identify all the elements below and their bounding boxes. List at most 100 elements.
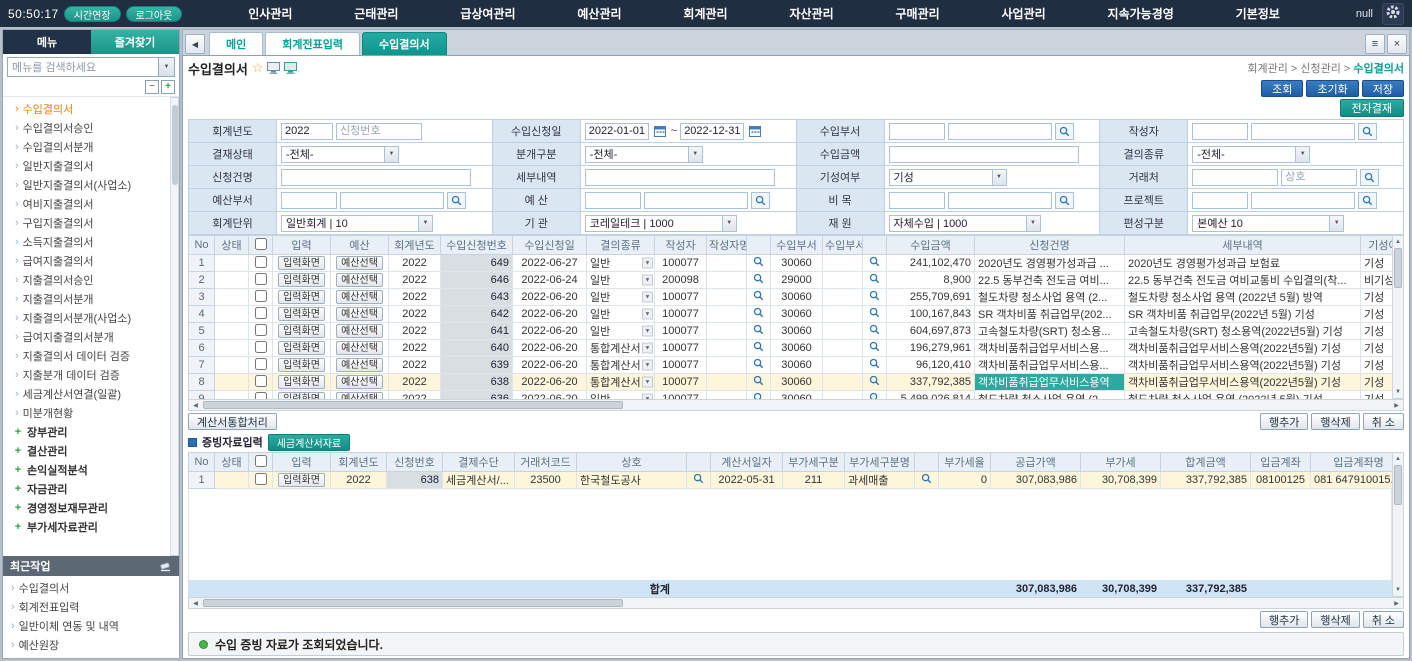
request-no-input[interactable]	[336, 123, 422, 140]
organization-select[interactable]: 코레일테크 | 1000▼	[585, 215, 737, 232]
date-from-input[interactable]	[585, 123, 649, 140]
status-select[interactable]: 기성▼	[1361, 357, 1393, 374]
select-all-checkbox[interactable]	[255, 455, 267, 467]
search-icon[interactable]	[869, 290, 880, 301]
scroll-thumb[interactable]	[203, 401, 623, 409]
open-input-button[interactable]: 입력화면	[278, 375, 325, 389]
search-icon[interactable]	[753, 324, 764, 335]
tab-scroll-left-button[interactable]: ◀	[185, 34, 205, 54]
grid-horizontal-scrollbar[interactable]: ◀ ▶	[188, 399, 1404, 411]
open-input-button[interactable]: 입력화면	[278, 341, 325, 355]
project-code-input[interactable]	[1192, 192, 1248, 209]
grid-row[interactable]: 6입력화면예산선택20226402022-06-20통합계산서▼10007730…	[189, 340, 1393, 357]
recent-item[interactable]: ›일반이체 연동 및 내역	[5, 616, 179, 635]
status-select[interactable]: 기성▼	[1361, 323, 1393, 340]
income-dept-code-input[interactable]	[889, 123, 945, 140]
sidebar-group-item[interactable]: +손익실적분석	[9, 460, 169, 479]
sidebar-group-item[interactable]: +경영정보재무관리	[9, 498, 169, 517]
scroll-left-icon[interactable]: ◀	[190, 402, 201, 409]
row-select-checkbox[interactable]	[255, 256, 267, 268]
budget-search-button[interactable]	[751, 192, 770, 209]
collapse-all-button[interactable]: −	[145, 80, 159, 94]
budget-select-button[interactable]: 예산선택	[336, 392, 383, 399]
budget-name-input[interactable]	[644, 192, 748, 209]
vendor-input[interactable]	[1192, 169, 1278, 186]
grid-vertical-scrollbar[interactable]: ▲ ▼	[1392, 235, 1404, 399]
budget-select-button[interactable]: 예산선택	[336, 375, 383, 389]
expense-item-code-input[interactable]	[889, 192, 945, 209]
open-input-button[interactable]: 입력화면	[278, 307, 325, 321]
settings-button[interactable]	[1382, 3, 1404, 25]
row-select-checkbox[interactable]	[255, 307, 267, 319]
cancel-button[interactable]: 취 소	[1363, 611, 1404, 628]
sidebar-menu-item[interactable]: ›지출분개 데이터 검증	[9, 365, 169, 384]
sidebar-menu-item[interactable]: ›구입지출결의서	[9, 213, 169, 232]
search-icon[interactable]	[869, 392, 880, 399]
page-tab[interactable]: 메인	[209, 32, 263, 55]
sidebar-menu-item[interactable]: ›수입결의서분개	[9, 137, 169, 156]
status-select[interactable]: 비기성▼	[1361, 272, 1393, 289]
topbar-menu-item[interactable]: 구매관리	[895, 5, 939, 22]
sidebar-menu-item[interactable]: ›수입결의서승인	[9, 118, 169, 137]
cancel-button[interactable]: 취 소	[1363, 413, 1404, 430]
income-dept-name-input[interactable]	[948, 123, 1052, 140]
budget-dept-name-input[interactable]	[340, 192, 444, 209]
kind-select[interactable]: 통합계산서▼	[587, 340, 655, 357]
detail-input[interactable]	[585, 169, 775, 186]
search-icon[interactable]	[753, 273, 764, 284]
clear-recent-icon[interactable]	[159, 560, 172, 572]
topbar-menu-item[interactable]: 지속가능경영	[1108, 5, 1174, 22]
sidebar-scrollbar[interactable]	[170, 97, 179, 556]
topbar-menu-item[interactable]: 인사관리	[248, 5, 292, 22]
search-icon[interactable]	[753, 358, 764, 369]
menu-tab[interactable]: 메뉴	[3, 30, 91, 54]
scroll-right-icon[interactable]: ▶	[1391, 600, 1402, 607]
scroll-thumb[interactable]	[1394, 465, 1402, 505]
sidebar-menu-item[interactable]: ›수입결의서	[9, 99, 169, 118]
topbar-menu-item[interactable]: 급상여관리	[460, 5, 515, 22]
tax-invoice-button[interactable]: 세금계산서자료	[268, 434, 350, 451]
status-select[interactable]: 기성▼	[1361, 255, 1393, 272]
open-input-button[interactable]: 입력화면	[278, 392, 325, 399]
date-to-input[interactable]	[680, 123, 744, 140]
vendor-search-button[interactable]	[1360, 169, 1379, 186]
breadcrumb-item[interactable]: 신청관리	[1300, 63, 1340, 75]
row-select-checkbox[interactable]	[255, 473, 267, 485]
journal-type-select[interactable]: -전체-▼	[585, 146, 703, 163]
search-icon[interactable]	[869, 273, 880, 284]
budget-dept-search-button[interactable]	[447, 192, 466, 209]
writer-name-input[interactable]	[1251, 123, 1355, 140]
page-tab[interactable]: 회계전표입력	[265, 32, 360, 55]
search-icon[interactable]	[693, 473, 704, 484]
sidebar-menu-item[interactable]: ›세금계산서연결(일괄)	[9, 384, 169, 403]
menu-search-combo[interactable]: 메뉴를 검색하세요 ▼	[7, 57, 175, 77]
popup-window-icon[interactable]	[267, 62, 280, 74]
kind-select[interactable]: 일반▼	[587, 255, 655, 272]
logout-button[interactable]: 로그아웃	[126, 6, 183, 22]
grid-row[interactable]: 1입력화면예산선택20226492022-06-27일반▼10007730060…	[189, 255, 1393, 272]
grid-row[interactable]: 1입력화면2022638세금계산서/...23500한국철도공사2022-05-…	[189, 472, 1393, 489]
delete-row-button[interactable]: 행삭제	[1311, 413, 1359, 430]
budget-select-button[interactable]: 예산선택	[336, 273, 383, 287]
status-select[interactable]: 기성▼	[1361, 289, 1393, 306]
grid-row[interactable]: 4입력화면예산선택20226422022-06-20일반▼10007730060…	[189, 306, 1393, 323]
budget-select-button[interactable]: 예산선택	[336, 341, 383, 355]
sidebar-group-item[interactable]: +부가세자료관리	[9, 517, 169, 536]
status-select[interactable]: 기성▼	[1361, 306, 1393, 323]
chevron-down-icon[interactable]: ▼	[158, 58, 174, 76]
grid-row[interactable]: 5입력화면예산선택20226412022-06-20일반▼10007730060…	[189, 323, 1393, 340]
search-icon[interactable]	[753, 375, 764, 386]
budget-code-input[interactable]	[585, 192, 641, 209]
kind-select[interactable]: 일반▼	[587, 306, 655, 323]
recent-item[interactable]: ›회계전표입력	[5, 597, 179, 616]
grid-row[interactable]: 9입력화면예산선택20226362022-06-20일반▼10007730060…	[189, 391, 1393, 400]
expense-item-name-input[interactable]	[948, 192, 1052, 209]
budget-select-button[interactable]: 예산선택	[336, 256, 383, 270]
topbar-menu-item[interactable]: 회계관리	[683, 5, 727, 22]
budget-select-button[interactable]: 예산선택	[336, 358, 383, 372]
open-input-button[interactable]: 입력화면	[278, 290, 325, 304]
resolution-kind-select[interactable]: -전체-▼	[1192, 146, 1310, 163]
scroll-thumb[interactable]	[172, 105, 178, 185]
open-input-button[interactable]: 입력화면	[278, 256, 325, 270]
status-select[interactable]: 기성▼	[1361, 340, 1393, 357]
